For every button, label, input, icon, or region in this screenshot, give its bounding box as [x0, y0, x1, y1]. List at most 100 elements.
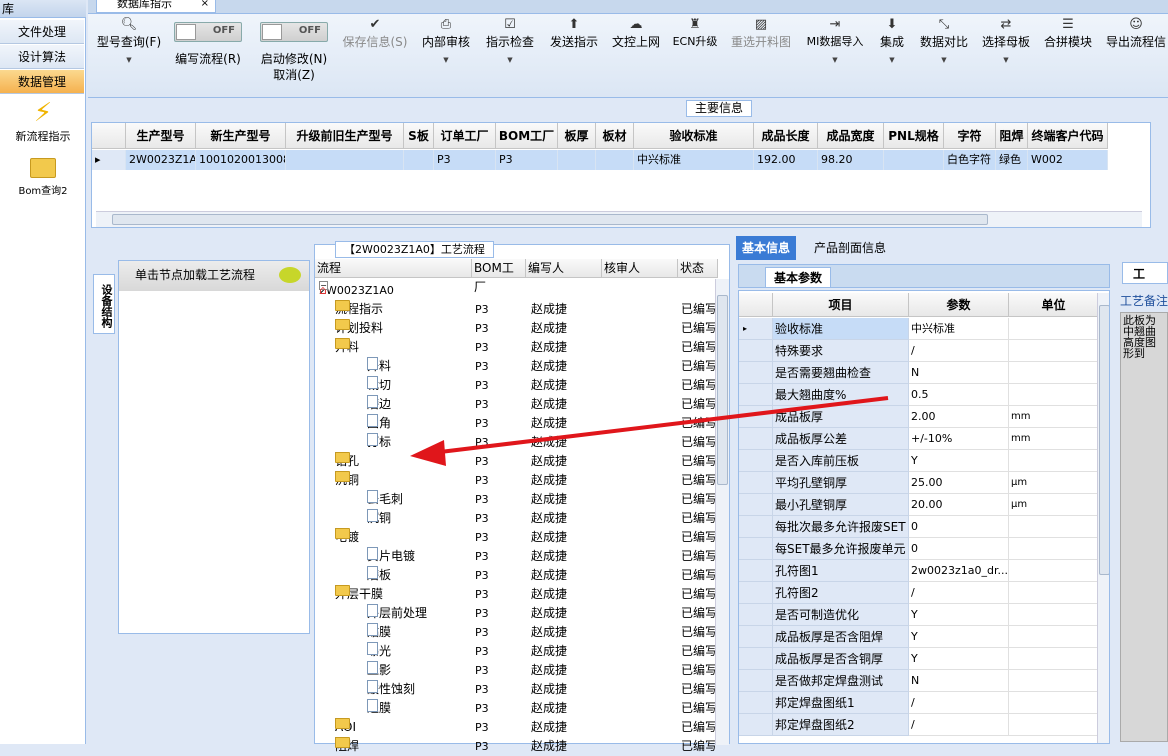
param-value[interactable]: 20.00	[909, 494, 1009, 516]
merge-module-button[interactable]: ☰ 合拼模块	[1040, 16, 1096, 96]
tree-folder-row[interactable]: −外层干膜P3赵成捷已编写	[315, 585, 715, 604]
save-info-button[interactable]: ✔ 保存信息(S)	[340, 16, 410, 96]
column-header[interactable]: 项目	[773, 293, 909, 317]
document-tab[interactable]: 数据库指示 ×	[96, 0, 216, 13]
column-header[interactable]: 订单工厂	[434, 123, 496, 149]
param-row[interactable]: 孔符图2/	[739, 582, 1099, 604]
column-header[interactable]: 新生产型号	[196, 123, 286, 149]
tree-folder-row[interactable]: −沉铜P3赵成捷已编写	[315, 471, 715, 490]
scrollbar-thumb[interactable]	[1099, 305, 1109, 575]
tree-leaf-row[interactable]: 沉铜 P3 赵成捷 已编写	[315, 509, 715, 528]
param-row[interactable]: 每批次最多允许报废SET 0	[739, 516, 1099, 538]
param-row[interactable]: 成品板厚公差 +/-10% mm	[739, 428, 1099, 450]
param-row[interactable]: 每SET最多允许报废单元 0	[739, 538, 1099, 560]
send-instruction-button[interactable]: ⬆ 发送指示	[546, 16, 602, 96]
publish-online-button[interactable]: ☁ 文控上网	[608, 16, 664, 96]
internal-review-button[interactable]: ⎙ 内部审核 ▼	[418, 16, 474, 96]
param-value[interactable]: /	[909, 340, 1009, 362]
tree-folder-row[interactable]: +AOIP3赵成捷已编写	[315, 718, 715, 737]
new-flow-shortcut[interactable]: ⚡ 新流程指示	[0, 98, 86, 144]
subtab-basic-params[interactable]: 基本参数	[765, 267, 832, 287]
tree-leaf-row[interactable]: 去毛刺 P3 赵成捷 已编写	[315, 490, 715, 509]
column-header[interactable]: 编写人	[526, 259, 602, 278]
equipment-structure-tab[interactable]: 设备结构	[93, 274, 115, 334]
column-header[interactable]: 阻焊	[996, 123, 1028, 149]
tree-folder-row[interactable]: +阻焊P3赵成捷已编写	[315, 737, 715, 756]
param-value[interactable]: 2w0023z1a0_dr...	[909, 560, 1009, 582]
grid-cell[interactable]: 192.00	[754, 150, 818, 170]
tree-leaf-row[interactable]: 负片电镀 P3 赵成捷 已编写	[315, 547, 715, 566]
column-header[interactable]: BOM工厂	[472, 259, 526, 294]
param-value[interactable]: +/-10%	[909, 428, 1009, 450]
column-header[interactable]: BOM工厂	[496, 123, 558, 149]
column-header[interactable]: 升级前旧生产型号	[286, 123, 404, 149]
nav-item-design-algorithm[interactable]: 设计算法	[0, 45, 84, 69]
tree-leaf-row[interactable]: 开料 P3 赵成捷 已编写	[315, 357, 715, 376]
column-header[interactable]: 参数	[909, 293, 1009, 317]
grid-cell[interactable]	[558, 150, 596, 170]
nav-item-data-management[interactable]: 数据管理	[0, 70, 84, 94]
tree-leaf-row[interactable]: 圆角 P3 赵成捷 已编写	[315, 414, 715, 433]
grid-cell[interactable]: 98.20	[818, 150, 884, 170]
nav-item-file-processing[interactable]: 文件处理	[0, 20, 84, 44]
column-header[interactable]: 生产型号	[126, 123, 196, 149]
tree-leaf-row[interactable]: 曝光 P3 赵成捷 已编写	[315, 642, 715, 661]
grid-cell[interactable]: W002	[1028, 150, 1108, 170]
scrollbar-thumb[interactable]	[112, 214, 988, 225]
param-value[interactable]: 0.5	[909, 384, 1009, 406]
param-row[interactable]: 是否可制造优化 Y	[739, 604, 1099, 626]
column-header[interactable]: 单位	[1009, 293, 1099, 317]
tree-folder-row[interactable]: +流程指示P3赵成捷已编写	[315, 300, 715, 319]
tree-leaf-row[interactable]: 磨板 P3 赵成捷 已编写	[315, 566, 715, 585]
column-header[interactable]: 状态	[678, 259, 718, 278]
param-row[interactable]: 成品板厚是否含铜厚 Y	[739, 648, 1099, 670]
column-header[interactable]: PNL规格	[884, 123, 944, 149]
tab-product-section-info[interactable]: 产品剖面信息	[808, 236, 893, 260]
tree-leaf-row[interactable]: 酸性蚀刻 P3 赵成捷 已编写	[315, 680, 715, 699]
mi-data-import-button[interactable]: ⇥ MI数据导入 ▼	[802, 16, 868, 96]
param-row[interactable]: 特殊要求 /	[739, 340, 1099, 362]
tree-leaf-row[interactable]: 裁切 P3 赵成捷 已编写	[315, 376, 715, 395]
grid-cell[interactable]: P3	[496, 150, 558, 170]
reselect-cutting-diagram-button[interactable]: ▨ 重选开料图	[728, 16, 794, 96]
param-row[interactable]: 平均孔壁铜厚 25.00 μm	[739, 472, 1099, 494]
tree-folder-row[interactable]: −开料P3赵成捷已编写	[315, 338, 715, 357]
param-value[interactable]: /	[909, 714, 1009, 736]
tree-leaf-row[interactable]: 磨边 P3 赵成捷 已编写	[315, 395, 715, 414]
column-header[interactable]: 字符	[944, 123, 996, 149]
param-value[interactable]: N	[909, 362, 1009, 384]
param-value[interactable]: /	[909, 582, 1009, 604]
column-header[interactable]: 板材	[596, 123, 634, 149]
grid-cell[interactable]: 2W0023Z1A0	[126, 150, 196, 170]
param-value[interactable]: 25.00	[909, 472, 1009, 494]
write-flow-toggle[interactable]: OFF 编写流程(R)	[170, 16, 246, 96]
tree-folder-row[interactable]: +钻孔P3赵成捷已编写	[315, 452, 715, 471]
grid-cell[interactable]	[596, 150, 634, 170]
tree-leaf-row[interactable]: 显影 P3 赵成捷 已编写	[315, 661, 715, 680]
horizontal-scrollbar[interactable]	[96, 211, 1142, 227]
instruction-check-button[interactable]: ☑ 指示检查 ▼	[482, 16, 538, 96]
node-load-header[interactable]: 单击节点加载工艺流程	[119, 261, 309, 291]
column-header[interactable]: 板厚	[558, 123, 596, 149]
ecn-upgrade-button[interactable]: ♜ ECN升级	[670, 16, 720, 96]
data-compare-button[interactable]: ⤡ 数据对比 ▼	[916, 16, 972, 96]
grid-cell[interactable]: 中兴标准	[634, 150, 754, 170]
param-row[interactable]: 最大翘曲度% 0.5	[739, 384, 1099, 406]
notes-textbox[interactable]: 此板为中翘曲高度图形到	[1120, 312, 1168, 742]
column-header[interactable]: 成品宽度	[818, 123, 884, 149]
grid-cell[interactable]: 白色字符	[944, 150, 996, 170]
tree-leaf-row[interactable]: 贴膜 P3 赵成捷 已编写	[315, 623, 715, 642]
grid-cell[interactable]: P3	[434, 150, 496, 170]
start-edit-toggle[interactable]: OFF 启动修改(N) 取消(Z)	[252, 16, 336, 96]
grid-cell[interactable]: 绿色	[996, 150, 1028, 170]
param-row[interactable]: 孔符图1 2w0023z1a0_dr...	[739, 560, 1099, 582]
close-icon[interactable]: ×	[201, 0, 209, 11]
model-query-button[interactable]: 🔍︎ 型号查询(F) ▼	[94, 16, 164, 96]
grid-cell[interactable]	[286, 150, 404, 170]
column-header[interactable]: 成品长度	[754, 123, 818, 149]
tree-leaf-row[interactable]: 外层前处理 P3 赵成捷 已编写	[315, 604, 715, 623]
column-header[interactable]: 验收标准	[634, 123, 754, 149]
param-value[interactable]: 0	[909, 538, 1009, 560]
param-value[interactable]: 中兴标准	[909, 318, 1009, 340]
bom-query-shortcut[interactable]: Bom查询2	[0, 152, 86, 197]
